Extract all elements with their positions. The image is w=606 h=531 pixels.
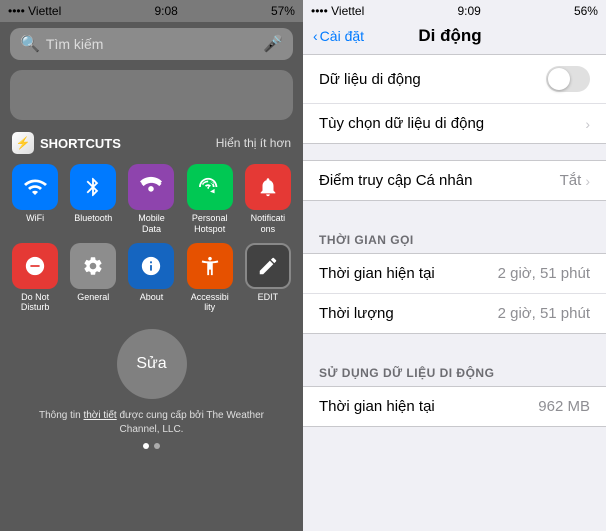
shortcuts-toggle[interactable]: Hiển thị ít hơn: [216, 136, 291, 150]
hotspot-label: Điểm truy cập Cá nhân: [319, 172, 472, 189]
weather-link[interactable]: thời tiết: [83, 410, 116, 421]
sua-button[interactable]: Sửa: [117, 329, 187, 399]
hotspot-chevron-icon: ›: [585, 173, 590, 189]
page-dots: [0, 437, 303, 455]
accessibility-label: Accessibility: [191, 292, 229, 314]
shortcut-item-edit[interactable]: EDIT: [243, 243, 293, 314]
about-label: About: [140, 292, 164, 303]
shortcut-item-accessibility[interactable]: Accessibility: [185, 243, 235, 314]
edit-label: EDIT: [258, 292, 279, 303]
nav-bar: ‹ Cài đặt Di động: [303, 22, 606, 54]
call-time-current-row: Thời gian hiện tại 2 giờ, 51 phút: [303, 254, 606, 294]
right-panel: •••• Viettel 9:09 56% ‹ Cài đặt Di động …: [303, 0, 606, 531]
data-current-row: Thời gian hiện tại 962 MB: [303, 387, 606, 426]
dnd-label: Do NotDisturb: [21, 292, 50, 314]
call-time-lifetime-value: 2 giờ, 51 phút: [498, 305, 590, 322]
mobile-data-options-label: Tùy chọn dữ liệu di động: [319, 115, 484, 132]
dot-2: [154, 443, 160, 449]
time-right: 9:09: [457, 4, 480, 18]
data-current-value: 962 MB: [538, 398, 590, 415]
general-icon: [70, 243, 116, 289]
dnd-icon: [12, 243, 58, 289]
shortcut-item-about[interactable]: About: [126, 243, 176, 314]
bluetooth-label: Bluetooth: [74, 213, 112, 224]
mobile-data-group: Dữ liệu di động Tùy chọn dữ liệu di động…: [303, 54, 606, 144]
hotspot-group: Điểm truy cập Cá nhân Tắt ›: [303, 160, 606, 201]
shortcut-item-hotspot[interactable]: PersonalHotspot: [185, 164, 235, 235]
chevron-right: ›: [585, 116, 590, 132]
shortcuts-app-icon: ⚡: [12, 132, 34, 154]
call-time-current-label: Thời gian hiện tại: [319, 265, 435, 282]
shortcut-item-general[interactable]: General: [68, 243, 118, 314]
mobile-data-options-row[interactable]: Tùy chọn dữ liệu di động ›: [303, 104, 606, 143]
shortcuts-title: SHORTCUTS: [40, 136, 121, 151]
notifications-icon: [245, 164, 291, 210]
about-icon: [128, 243, 174, 289]
chevron-icon: ›: [585, 116, 590, 132]
battery-right: 56%: [574, 4, 598, 18]
mic-icon: 🎤: [263, 34, 283, 54]
dot-1: [143, 443, 149, 449]
section-header-calls: THỜI GIAN GỌI: [303, 217, 606, 253]
shortcut-item-mobile-data[interactable]: MobileData: [126, 164, 176, 235]
accessibility-icon: [187, 243, 233, 289]
call-time-current-value: 2 giờ, 51 phút: [498, 265, 590, 282]
carrier-left: •••• Viettel: [8, 4, 61, 18]
section-header-data: SỬ DỤNG DỮ LIỆU DI ĐỘNG: [303, 350, 606, 386]
status-bar-left: •••• Viettel 9:08 57%: [0, 0, 303, 22]
time-left: 9:08: [154, 4, 177, 18]
mobile-data-row[interactable]: Dữ liệu di động: [303, 55, 606, 104]
shortcut-item-notifications[interactable]: Notifications: [243, 164, 293, 235]
toggle-thumb: [548, 68, 570, 90]
bluetooth-icon: [70, 164, 116, 210]
mobile-data-label: MobileData: [138, 213, 165, 235]
back-button[interactable]: ‹ Cài đặt: [313, 28, 364, 44]
shortcuts-header: ⚡ SHORTCUTS Hiển thị ít hơn: [0, 124, 303, 158]
battery-left: 57%: [271, 4, 295, 18]
wifi-icon: [12, 164, 58, 210]
call-time-group: Thời gian hiện tại 2 giờ, 51 phút Thời l…: [303, 253, 606, 334]
search-bar[interactable]: 🔍 🎤: [10, 28, 293, 60]
call-time-lifetime-row: Thời lượng 2 giờ, 51 phút: [303, 294, 606, 333]
search-input[interactable]: [46, 36, 257, 52]
call-time-lifetime-label: Thời lượng: [319, 305, 394, 322]
edit-icon: [245, 243, 291, 289]
hotspot-label: PersonalHotspot: [192, 213, 228, 235]
data-current-label: Thời gian hiện tại: [319, 398, 435, 415]
back-label: Cài đặt: [320, 28, 364, 44]
data-usage-group: Thời gian hiện tại 962 MB: [303, 386, 606, 427]
weather-info: Thông tin thời tiết được cung cấp bởi Th…: [0, 409, 303, 437]
shortcuts-grid: WiFi Bluetooth MobileData: [0, 158, 303, 319]
status-bar-right: •••• Viettel 9:09 56%: [303, 0, 606, 22]
mobile-data-label: Dữ liệu di động: [319, 71, 421, 88]
page-title: Di động: [364, 26, 536, 46]
shortcut-item-dnd[interactable]: Do NotDisturb: [10, 243, 60, 314]
wifi-label: WiFi: [26, 213, 44, 224]
hotspot-value: Tắt ›: [560, 172, 590, 189]
hotspot-icon: [187, 164, 233, 210]
mobile-data-toggle[interactable]: [546, 66, 590, 92]
hotspot-row[interactable]: Điểm truy cập Cá nhân Tắt ›: [303, 161, 606, 200]
notifications-label: Notifications: [251, 213, 286, 235]
mobile-data-icon: [128, 164, 174, 210]
shortcuts-left: ⚡ SHORTCUTS: [12, 132, 121, 154]
back-chevron-icon: ‹: [313, 28, 318, 44]
settings-content: Dữ liệu di động Tùy chọn dữ liệu di động…: [303, 54, 606, 531]
widget-area: [10, 70, 293, 120]
shortcut-item-bluetooth[interactable]: Bluetooth: [68, 164, 118, 235]
general-label: General: [77, 292, 109, 303]
shortcut-item-wifi[interactable]: WiFi: [10, 164, 60, 235]
search-icon: 🔍: [20, 34, 40, 54]
left-panel: •••• Viettel 9:08 57% 🔍 🎤 ⚡ SHORTCUTS Hi…: [0, 0, 303, 531]
carrier-right: •••• Viettel: [311, 4, 364, 18]
